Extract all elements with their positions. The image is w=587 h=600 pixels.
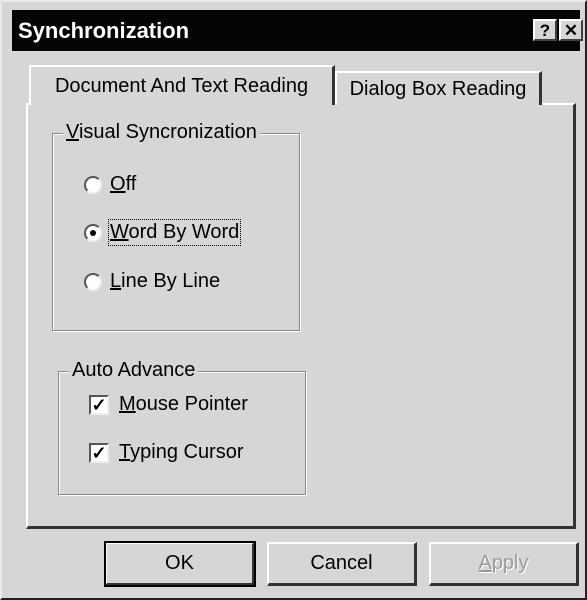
ok-button[interactable]: OK (104, 541, 256, 587)
checkbox-label-typing-cursor: Typing Cursor (119, 441, 244, 463)
radio-label-line-by-line: Line By Line (110, 270, 221, 292)
checkbox-mouse-pointer[interactable]: ✓ Mouse Pointer (89, 393, 248, 416)
radio-off[interactable]: Off (84, 173, 136, 196)
radio-button-word-by-word[interactable] (84, 223, 102, 242)
radio-label-word-by-word: Word By Word (107, 219, 242, 246)
apply-button-label: Apply (478, 552, 529, 574)
auto-advance-group: Auto Advance (58, 359, 306, 495)
checkbox-label-mouse-pointer: Mouse Pointer (119, 393, 248, 415)
tab-document-and-text-reading[interactable]: Document And Text Reading (29, 65, 335, 105)
radio-button-off[interactable] (84, 175, 102, 194)
visual-sync-legend: Visual Syncronization (63, 121, 260, 144)
auto-advance-legend: Auto Advance (69, 359, 199, 382)
tab-label: Dialog Box Reading (349, 77, 527, 100)
help-button[interactable]: ? (533, 19, 557, 41)
cancel-button-label: Cancel (310, 552, 373, 574)
checkbox-typing-cursor[interactable]: ✓ Typing Cursor (89, 441, 244, 464)
apply-button[interactable]: Apply (429, 542, 579, 586)
radio-line-by-line[interactable]: Line By Line (84, 270, 220, 293)
radio-label-off: Off (110, 173, 137, 195)
window-title: Synchronization (18, 18, 190, 43)
radio-selected-dot (90, 229, 96, 236)
tab-dialog-box-reading[interactable]: Dialog Box Reading (335, 71, 542, 105)
checkbox-mouse-pointer-box[interactable]: ✓ (89, 394, 109, 415)
tab-label: Document And Text Reading (54, 74, 309, 97)
radio-word-by-word[interactable]: Word By Word (84, 219, 242, 246)
title-bar: Synchronization ? ✕ (12, 10, 583, 51)
checkbox-typing-cursor-box[interactable]: ✓ (89, 442, 109, 463)
cancel-button[interactable]: Cancel (267, 542, 417, 586)
synchronization-dialog: Synchronization ? ✕ Document And Text Re… (0, 0, 587, 600)
radio-button-line-by-line[interactable] (84, 272, 102, 291)
ok-button-label: OK (165, 552, 194, 574)
close-button[interactable]: ✕ (559, 19, 583, 41)
